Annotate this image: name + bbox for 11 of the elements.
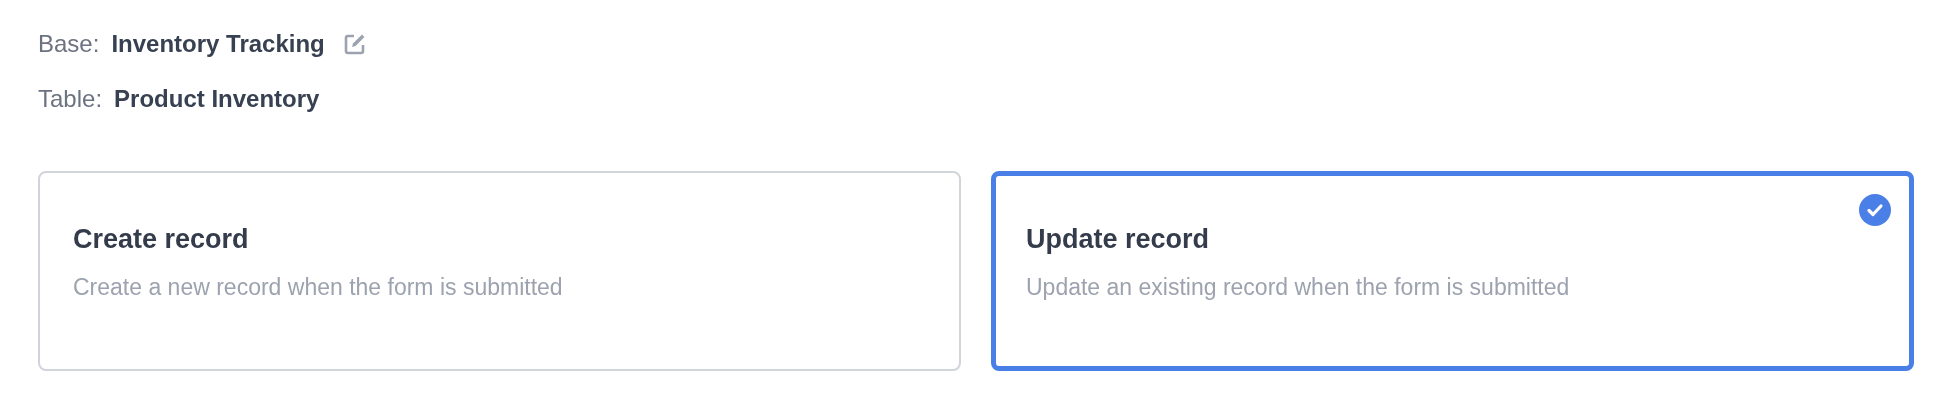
option-title: Create record <box>73 223 250 256</box>
option-card[interactable]: Update record Update an existing record when the form is submitted <box>991 171 1914 371</box>
option-description: Create a new record when the form is submitted <box>73 272 564 302</box>
field-value: Inventory Tracking <box>111 28 325 59</box>
field-label: Base: <box>38 28 100 59</box>
field-label: Table: <box>38 83 103 114</box>
option-description: Update an existing record when the form is submitted <box>1026 272 1571 302</box>
check-icon <box>1859 194 1891 226</box>
option-card[interactable]: Create record Create a new record when the form is submitted <box>38 171 961 371</box>
option-title: Update record <box>1026 223 1211 256</box>
field-value: Product Inventory <box>114 83 320 114</box>
